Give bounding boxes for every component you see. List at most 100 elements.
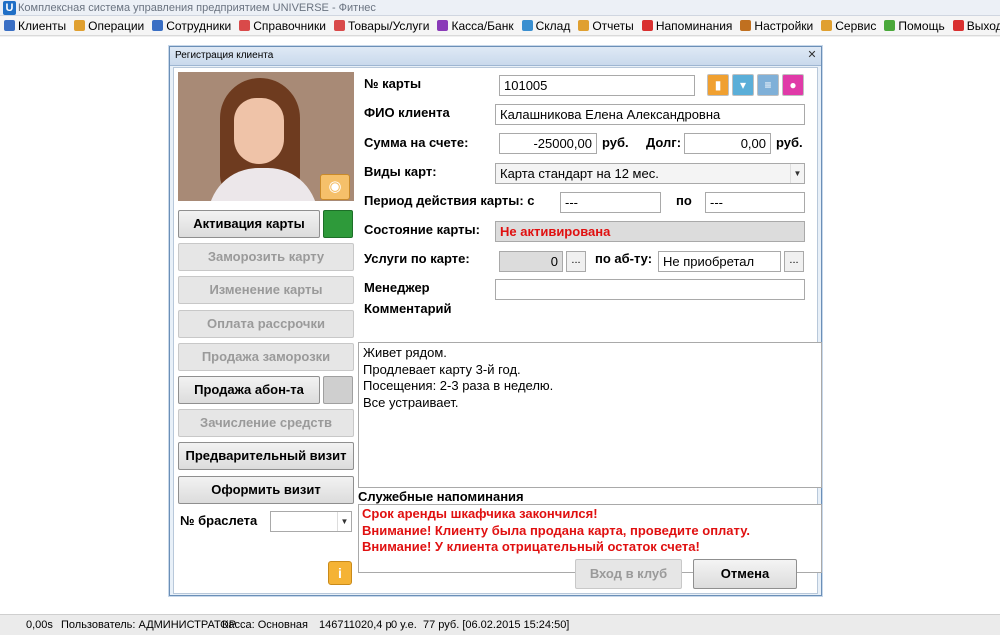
document-icon[interactable]: ▮ (707, 74, 729, 96)
reminder-item: Внимание! Клиенту была продана карта, пр… (362, 522, 750, 538)
bracelet-select[interactable]: ▼ (270, 511, 352, 532)
status-user: Пользователь: АДМИНИСТРАТОР (61, 619, 237, 631)
chevron-down-icon[interactable]: ▼ (337, 512, 351, 531)
period-label: Период действия карты: с (364, 193, 535, 208)
status-last-payment: 77 руб. [06.02.2015 15:24:50] (423, 619, 570, 631)
manager-field[interactable] (495, 279, 805, 300)
goods-icon (333, 20, 345, 31)
dialog-titlebar: Регистрация клиента ✕ (170, 47, 821, 66)
warehouse-icon (521, 20, 533, 31)
menu-item-operations[interactable]: Операции (74, 19, 144, 33)
balance-label: Сумма на счете: (364, 135, 469, 150)
register-visit-button[interactable]: Оформить визит (178, 476, 354, 504)
card-activate-icon[interactable] (323, 210, 353, 238)
bracelet-label: № браслета (180, 513, 258, 528)
menu-item-help[interactable]: Помощь (884, 18, 945, 33)
comment-textarea[interactable]: Живет рядом. Продлевает карту 3-й год. П… (358, 342, 822, 488)
card-status-value: Не активирована (500, 224, 611, 239)
card-type-select[interactable]: Карта стандарт на 12 мес. ▼ (495, 163, 805, 184)
coins-icon[interactable]: ≡ (757, 74, 779, 96)
menu-item-goods[interactable]: Товары/Услуги (333, 19, 429, 33)
exit-icon (952, 20, 964, 31)
manager-label: Менеджер (364, 280, 430, 295)
menu-item-employees[interactable]: Сотрудники (152, 19, 231, 33)
change-card-button[interactable]: Изменение карты (178, 276, 354, 304)
app-logo: U (3, 1, 16, 15)
card-number-field[interactable]: 101005 (499, 75, 695, 96)
menu-item-label: Клиенты (18, 18, 67, 33)
menu-item-clients[interactable]: Клиенты (4, 19, 66, 33)
services-label: Услуги по карте: (364, 251, 470, 266)
camera-icon[interactable]: ◉ (320, 174, 350, 200)
reports-icon (578, 20, 590, 31)
cancel-button[interactable]: Отмена (693, 559, 797, 589)
person-icon[interactable]: ● (782, 74, 804, 96)
menu-item-label: Операции (88, 18, 145, 33)
card-subscription-icon[interactable] (323, 376, 353, 404)
menu-item-warehouse[interactable]: Склад (521, 18, 571, 33)
per-subscription-label: по аб-ту: (595, 251, 653, 266)
per-subscription-browse-button[interactable]: ... (784, 251, 804, 272)
menu-item-label: Настройки (754, 18, 814, 33)
window-titlebar: U Комплексная система управления предпри… (0, 0, 1000, 16)
operations-icon (74, 20, 86, 31)
window-title: Комплексная система управления предприят… (18, 2, 376, 14)
menu-item-settings[interactable]: Настройки (740, 19, 813, 33)
sell-freeze-button[interactable]: Продажа заморозки (178, 343, 354, 371)
reminders-label: Служебные напоминания (358, 489, 524, 504)
debt-field[interactable]: 0,00 (684, 133, 771, 154)
deposit-funds-button[interactable]: Зачисление средств (178, 409, 354, 437)
debt-currency: руб. (776, 135, 803, 150)
period-from-field[interactable]: --- (560, 192, 661, 213)
per-subscription-field[interactable]: Не приобретал (658, 251, 781, 272)
activate-card-button[interactable]: Активация карты (178, 210, 320, 238)
pre-visit-button[interactable]: Предварительный визит (178, 442, 354, 470)
sell-subscription-button[interactable]: Продажа абон-та (178, 376, 320, 404)
cashbox-icon (437, 20, 449, 31)
debt-label: Долг: (646, 135, 682, 150)
reminder-item: Срок аренды шкафчика закончился! (362, 506, 598, 521)
comment-label: Комментарий (364, 301, 452, 316)
fio-field[interactable]: Калашникова Елена Александровна (495, 104, 805, 125)
period-to-field[interactable]: --- (705, 192, 805, 213)
comment-line: Все устраивает. (363, 394, 459, 410)
clients-icon (4, 20, 15, 31)
installment-payment-button[interactable]: Оплата рассрочки (178, 310, 354, 338)
references-icon (239, 20, 251, 31)
menu-item-label: Сотрудники (166, 18, 232, 33)
info-icon[interactable]: i (328, 561, 352, 585)
menu-item-exit[interactable]: Выход (952, 19, 1000, 33)
balance-currency: руб. (602, 135, 629, 150)
basket-icon[interactable]: ▾ (732, 74, 754, 96)
menu-item-label: Отчеты (592, 18, 634, 33)
chevron-down-icon[interactable]: ▼ (790, 164, 804, 183)
help-icon (884, 20, 896, 31)
enter-club-button[interactable]: Вход в клуб (575, 559, 682, 589)
menu-item-label: Помощь (898, 18, 945, 33)
menu-item-service[interactable]: Сервис (821, 19, 876, 33)
card-status-label: Состояние карты: (364, 222, 480, 237)
dialog-body: ◉ Активация карты Заморозить карту Измен… (173, 67, 822, 594)
card-number-label: № карты (364, 76, 422, 91)
balance-field[interactable]: -25000,00 (499, 133, 597, 154)
comment-line: Живет рядом. (363, 345, 447, 360)
period-to-label: по (676, 193, 692, 208)
client-registration-dialog: Регистрация клиента ✕ ◉ Активация карты … (169, 46, 822, 596)
services-browse-button[interactable]: ... (566, 251, 586, 272)
card-type-value: Карта стандарт на 12 мес. (500, 166, 659, 181)
freeze-card-button[interactable]: Заморозить карту (178, 243, 354, 271)
menu-item-cashbox[interactable]: Касса/Банк (437, 19, 514, 33)
menu-item-label: Склад (535, 18, 571, 33)
menu-item-references[interactable]: Справочники (239, 19, 326, 33)
reminders-icon (641, 20, 653, 31)
status-time: 0,00s (26, 619, 53, 631)
services-field[interactable]: 0 (499, 251, 563, 272)
comment-line: Посещения: 2-3 раза в неделю. (363, 378, 554, 393)
card-status-field: Не активирована (495, 221, 805, 242)
menu-item-reminders[interactable]: Напоминания (641, 19, 732, 33)
menu-item-reports[interactable]: Отчеты (578, 18, 634, 33)
close-icon[interactable]: ✕ (806, 50, 818, 62)
dialog-title: Регистрация клиента (175, 50, 274, 61)
fio-label: ФИО клиента (364, 105, 450, 120)
comment-line: Продлевает карту 3-й год. (363, 361, 521, 377)
